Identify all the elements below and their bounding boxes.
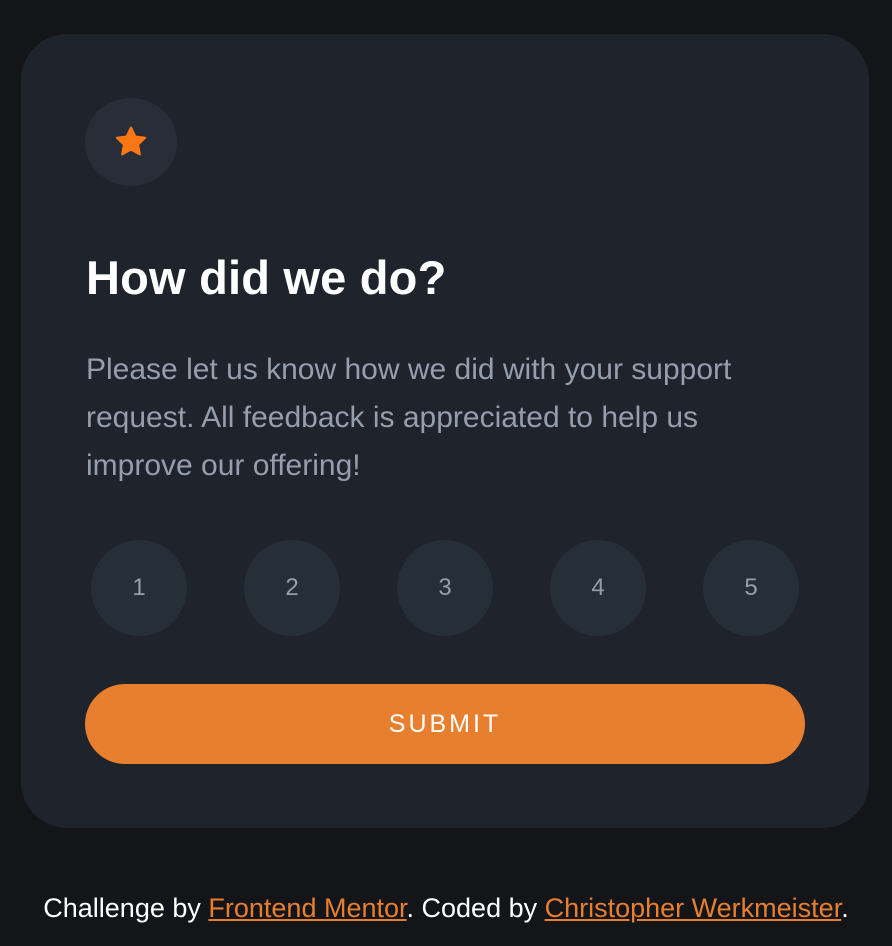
rating-options: 1 2 3 4 5 [91, 540, 799, 636]
submit-button[interactable]: SUBMIT [85, 684, 805, 764]
card-description: Please let us know how we did with your … [86, 353, 732, 482]
card-title: How did we do? [86, 251, 447, 304]
author-link[interactable]: Christopher Werkmeister [545, 893, 842, 923]
rating-card: How did we do? Please let us know how we… [21, 34, 869, 828]
attribution-suffix: . [841, 893, 849, 923]
rating-button-1[interactable]: 1 [91, 540, 187, 636]
attribution-middle: . Coded by [406, 893, 545, 923]
star-badge [85, 98, 177, 186]
rating-button-4[interactable]: 4 [550, 540, 646, 636]
attribution: Challenge by Frontend Mentor. Coded by C… [0, 888, 892, 928]
rating-button-5[interactable]: 5 [703, 540, 799, 636]
star-icon [114, 126, 148, 158]
attribution-prefix: Challenge by [43, 893, 209, 923]
rating-button-3[interactable]: 3 [397, 540, 493, 636]
frontend-mentor-link[interactable]: Frontend Mentor [208, 893, 406, 923]
rating-button-2[interactable]: 2 [244, 540, 340, 636]
